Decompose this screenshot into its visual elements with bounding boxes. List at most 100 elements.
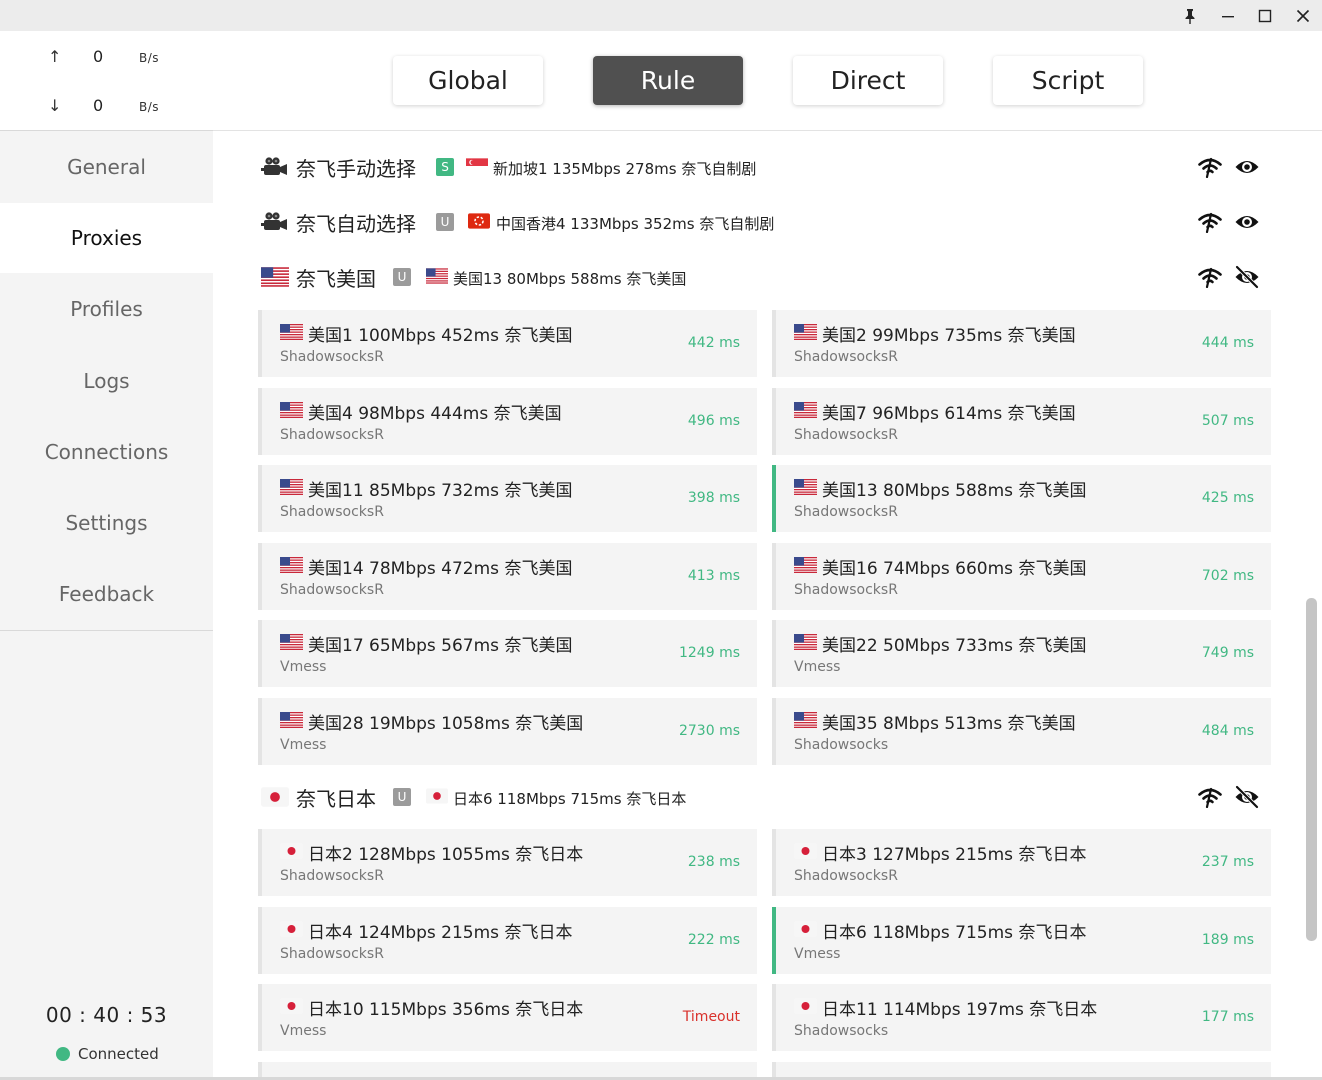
maximize-icon[interactable] [1246, 0, 1284, 31]
card-edge [772, 620, 776, 688]
group-type-badge: U [393, 268, 411, 286]
movie-camera-icon [261, 211, 289, 233]
group-header-auto[interactable]: 奈飞自动选择 U 中国香港4 133Mbps 352ms 奈飞自制剧 [261, 202, 1273, 242]
proxy-card[interactable]: 日本11 114Mbps 197ms 奈飞日本 Shadowsocks 177 ms [772, 984, 1271, 1052]
proxy-latency[interactable]: 496 ms [688, 413, 740, 429]
proxy-latency[interactable]: 425 ms [1202, 490, 1254, 506]
us-flag-icon [794, 634, 817, 650]
group-header-jp[interactable]: 奈飞日本 U 日本6 118Mbps 715ms 奈飞日本 [261, 777, 1273, 817]
selected-indicator [772, 906, 776, 974]
proxy-latency[interactable]: 237 ms [1202, 854, 1254, 870]
group-header-us[interactable]: 奈飞美国 U 美国13 80Mbps 588ms 奈飞美国 [261, 257, 1273, 297]
proxy-latency[interactable]: 1249 ms [679, 645, 740, 661]
card-edge [258, 310, 262, 377]
group-header-manual[interactable]: 奈飞手动选择 S 新加坡1 135Mbps 278ms 奈飞自制剧 [261, 147, 1273, 187]
nav-connections[interactable]: Connections [0, 417, 213, 487]
us-flag-icon [280, 324, 303, 340]
card-edge [772, 310, 776, 377]
latency-test-icon[interactable] [1198, 266, 1222, 288]
proxy-card[interactable]: 日本10 115Mbps 356ms 奈飞日本 Vmess Timeout [258, 984, 757, 1052]
us-flag-icon [426, 268, 448, 284]
proxy-latency[interactable]: 222 ms [688, 932, 740, 948]
proxy-card[interactable]: 美国28 19Mbps 1058ms 奈飞美国 Vmess 2730 ms [258, 698, 757, 765]
mode-direct-button[interactable]: Direct [793, 56, 943, 105]
proxy-card[interactable]: 美国16 74Mbps 660ms 奈飞美国 ShadowsocksR 702 ms [772, 542, 1271, 610]
proxy-card[interactable]: 美国1 100Mbps 452ms 奈飞美国 ShadowsocksR 442 ms [258, 310, 757, 377]
us-flag-icon [280, 402, 303, 418]
proxy-card[interactable]: 日本4 124Mbps 215ms 奈飞日本 ShadowsocksR 222 ms [258, 906, 757, 974]
proxy-card[interactable]: 日本6 118Mbps 715ms 奈飞日本 Vmess 189 ms [772, 906, 1271, 974]
us-flag-icon [794, 712, 817, 728]
close-icon[interactable] [1284, 0, 1322, 31]
proxy-latency[interactable]: 444 ms [1202, 335, 1254, 351]
proxy-card[interactable]: 美国2 99Mbps 735ms 奈飞美国 ShadowsocksR 444 ms [772, 310, 1271, 377]
proxy-name: 日本4 124Mbps 215ms 奈飞日本 [308, 922, 573, 943]
proxy-latency[interactable]: 189 ms [1202, 932, 1254, 948]
minimize-icon[interactable] [1209, 0, 1247, 31]
proxy-type: Vmess [280, 659, 327, 676]
pin-icon[interactable] [1171, 0, 1209, 31]
latency-test-icon[interactable] [1198, 156, 1222, 178]
proxy-card[interactable]: 美国22 50Mbps 733ms 奈飞美国 Vmess 749 ms [772, 620, 1271, 688]
proxy-latency[interactable]: 507 ms [1202, 413, 1254, 429]
proxy-card[interactable]: 美国14 78Mbps 472ms 奈飞美国 ShadowsocksR 413 ms [258, 542, 757, 610]
japan-flag-icon [794, 998, 817, 1014]
nav-logs[interactable]: Logs [0, 346, 213, 416]
card-edge [772, 829, 776, 896]
nav-general[interactable]: General [0, 132, 213, 202]
proxy-card[interactable]: 美国17 65Mbps 567ms 奈飞美国 Vmess 1249 ms [258, 620, 757, 688]
proxy-card[interactable]: 美国13 80Mbps 588ms 奈飞美国 ShadowsocksR 425 ms [772, 465, 1271, 533]
upload-speed: ↑ 0 B/s [0, 45, 213, 69]
proxy-type: ShadowsocksR [280, 349, 384, 365]
proxy-name: 美国4 98Mbps 444ms 奈飞美国 [308, 403, 562, 424]
proxy-card[interactable]: 美国11 85Mbps 732ms 奈飞美国 ShadowsocksR 398 ms [258, 465, 757, 533]
proxy-latency[interactable]: 484 ms [1202, 723, 1254, 739]
proxy-latency[interactable]: 398 ms [688, 490, 740, 506]
eye-off-icon[interactable] [1234, 265, 1260, 289]
proxy-name: 美国7 96Mbps 614ms 奈飞美国 [822, 403, 1076, 424]
nav-feedback[interactable]: Feedback [0, 559, 213, 629]
upload-unit: B/s [139, 51, 160, 65]
latency-test-icon[interactable] [1198, 786, 1222, 808]
proxy-latency[interactable]: 749 ms [1202, 645, 1254, 661]
proxy-card[interactable]: 日本3 127Mbps 215ms 奈飞日本 ShadowsocksR 237 ms [772, 829, 1271, 896]
proxy-latency[interactable]: 413 ms [688, 568, 740, 584]
title-bar [0, 0, 1322, 31]
hong-kong-flag-icon [468, 213, 490, 229]
proxy-latency[interactable]: 2730 ms [679, 723, 740, 739]
selected-indicator [772, 465, 776, 533]
proxy-card[interactable]: 美国35 8Mbps 513ms 奈飞美国 Shadowsocks 484 ms [772, 698, 1271, 765]
proxy-card[interactable]: 美国4 98Mbps 444ms 奈飞美国 ShadowsocksR 496 ms [258, 387, 757, 455]
eye-off-icon[interactable] [1234, 785, 1260, 809]
proxy-type: ShadowsocksR [280, 868, 384, 884]
proxies-panel: 奈飞手动选择 S 新加坡1 135Mbps 278ms 奈飞自制剧 奈飞自动选择… [213, 132, 1322, 1080]
eye-icon[interactable] [1234, 210, 1260, 234]
proxy-name: 美国2 99Mbps 735ms 奈飞美国 [822, 326, 1076, 346]
scrollbar-thumb[interactable] [1306, 598, 1317, 941]
latency-test-icon[interactable] [1198, 211, 1222, 233]
proxy-type: Vmess [280, 1023, 327, 1040]
proxy-latency[interactable]: 702 ms [1202, 568, 1254, 584]
nav-proxies[interactable]: Proxies [0, 203, 213, 273]
proxy-type: ShadowsocksR [794, 349, 898, 365]
upload-arrow-icon: ↑ [48, 47, 62, 66]
mode-script-button[interactable]: Script [993, 56, 1143, 105]
proxy-latency[interactable]: 177 ms [1202, 1009, 1254, 1025]
proxy-latency[interactable]: 238 ms [688, 854, 740, 870]
sidebar: ↑ 0 B/s ↓ 0 B/s General Proxies Profiles… [0, 31, 213, 1080]
nav-profiles[interactable]: Profiles [0, 274, 213, 344]
eye-icon[interactable] [1234, 155, 1260, 179]
card-edge [772, 542, 776, 610]
group-selected-proxy: 日本6 118Mbps 715ms 奈飞日本 [453, 790, 687, 808]
proxy-card[interactable]: 美国7 96Mbps 614ms 奈飞美国 ShadowsocksR 507 ms [772, 387, 1271, 455]
mode-rule-button[interactable]: Rule [593, 56, 743, 105]
proxy-latency[interactable]: Timeout [683, 1009, 740, 1025]
mode-global-button[interactable]: Global [393, 56, 543, 105]
proxy-latency[interactable]: 442 ms [688, 335, 740, 351]
us-flag-icon [794, 324, 817, 340]
proxy-card[interactable]: 日本2 128Mbps 1055ms 奈飞日本 ShadowsocksR 238 m… [258, 829, 757, 896]
nav-settings[interactable]: Settings [0, 488, 213, 558]
download-unit: B/s [139, 100, 160, 114]
download-value: 0 [93, 96, 104, 115]
proxy-name: 美国14 78Mbps 472ms 奈飞美国 [308, 558, 573, 579]
